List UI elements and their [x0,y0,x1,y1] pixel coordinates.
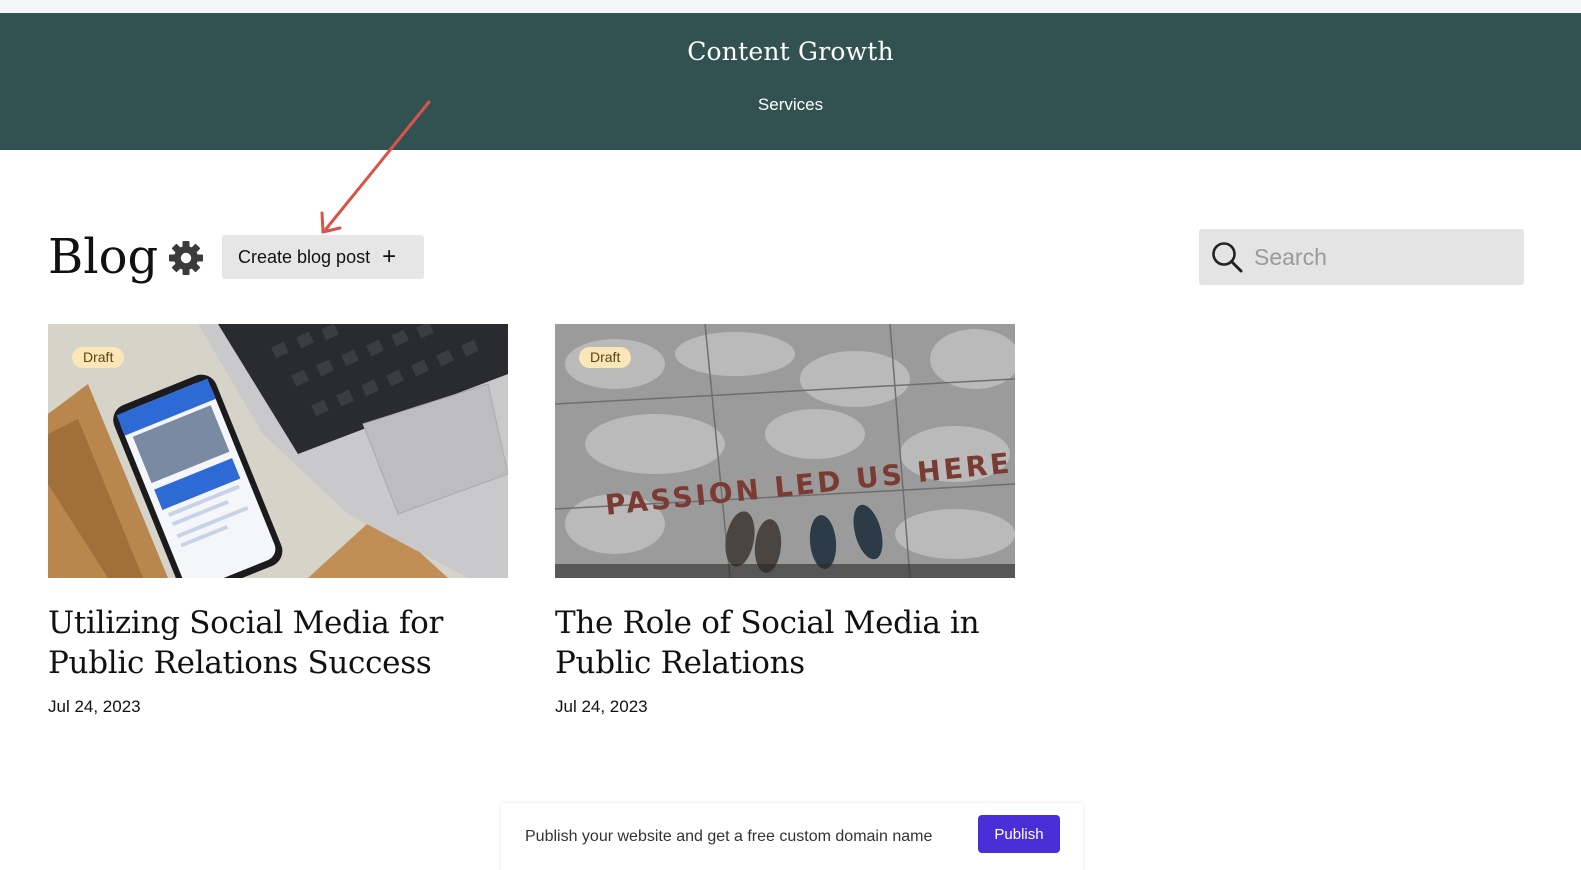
top-strip [0,0,1581,13]
publish-button[interactable]: Publish [978,815,1060,853]
publish-bar: Publish your website and get a free cust… [501,803,1083,870]
search-box[interactable] [1199,229,1524,285]
site-title[interactable]: Content Growth [0,37,1581,66]
publish-message: Publish your website and get a free cust… [525,827,933,845]
post-date: Jul 24, 2023 [48,697,141,716]
plus-icon: + [382,243,397,270]
post-date: Jul 24, 2023 [555,697,648,716]
status-badge: Draft [579,347,632,368]
gear-icon [169,241,203,275]
post-image[interactable]: PASSION LED US HERE Draft [555,324,1015,578]
site-header: Content Growth Services [0,13,1581,150]
search-input[interactable] [1254,243,1504,271]
nav-services-link[interactable]: Services [0,95,1581,115]
create-blog-post-button[interactable]: Create blog post + [222,235,424,279]
post-card[interactable]: Draft Utilizing Social Media for Public … [48,324,508,717]
nav-services-label[interactable]: Services [754,95,827,115]
post-image[interactable]: Draft [48,324,508,578]
post-card[interactable]: PASSION LED US HERE Draft The Role of So… [555,324,1015,717]
post-title[interactable]: The Role of Social Media in Public Relat… [555,603,1015,683]
page-title: Blog [48,229,159,285]
create-blog-post-label: Create blog post [238,246,371,267]
status-badge: Draft [72,347,125,368]
post-title[interactable]: Utilizing Social Media for Public Relati… [48,603,508,683]
blog-settings-button[interactable] [166,238,206,278]
search-icon [1212,242,1243,273]
